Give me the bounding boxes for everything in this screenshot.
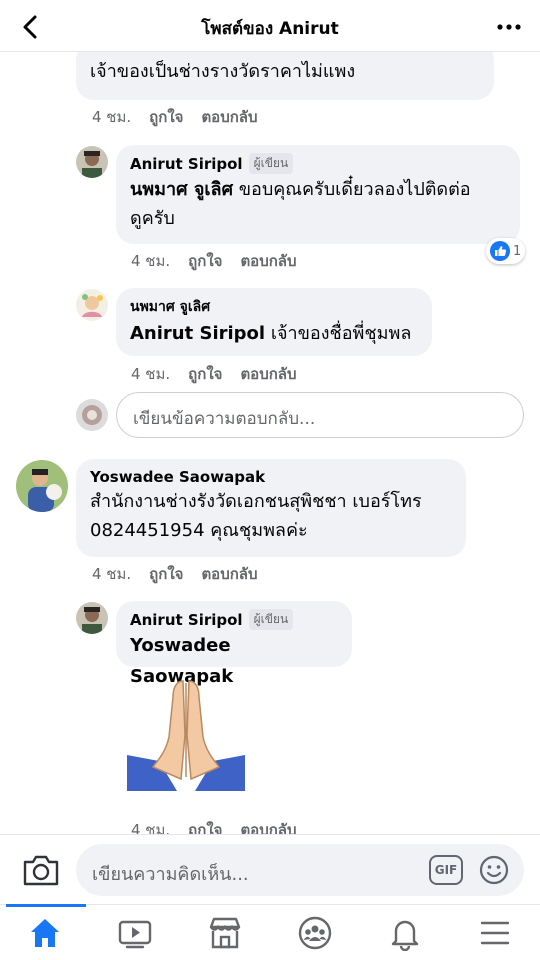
comment-text: Anirut Siripol เจ้าของชื่อพี่ชุมพล [130, 323, 412, 344]
comment-meta: 4 ชม. ถูกใจ ตอบกลับ [92, 562, 276, 586]
tab-marketplace[interactable] [180, 905, 270, 960]
comment-author[interactable]: Anirut Siripol [130, 611, 243, 629]
tab-menu[interactable] [450, 905, 540, 960]
comment-time: 4 ชม. [92, 108, 132, 126]
reply-button[interactable]: ตอบกลับ [240, 365, 296, 383]
comment-bubble: เจ้าของเป็นช่างรางวัดราคาไม่แพง [76, 52, 494, 100]
like-button[interactable]: ถูกใจ [188, 821, 222, 834]
reaction-count-number: 1 [513, 243, 522, 259]
comment-time: 4 ชม. [131, 252, 171, 270]
comment-time: 4 ชม. [92, 565, 132, 583]
author-badge: ผู้เขียน [248, 153, 294, 174]
tab-watch[interactable] [90, 905, 180, 960]
page-title: โพสต์ของ Anirut [201, 19, 339, 39]
comment-author[interactable]: Anirut Siripol [130, 155, 243, 173]
like-button[interactable]: ถูกใจ [149, 565, 183, 583]
camera-icon[interactable] [22, 853, 60, 887]
mention-link[interactable]: นพมาศ จูเลิศ [130, 179, 233, 200]
comment-bubble: Anirut Siripol ผู้เขียน Yoswadee Saowapak [116, 601, 352, 687]
comment-bubble: นพมาศ จูเลิศ Anirut Siripol เจ้าของชื่อพ… [116, 288, 432, 356]
avatar[interactable] [16, 460, 68, 512]
comment-meta: 4 ชม. ถูกใจ ตอบกลับ [131, 362, 315, 386]
like-button[interactable]: ถูกใจ [188, 365, 222, 383]
like-reaction-icon [490, 241, 510, 261]
comment-meta: 4 ชม. ถูกใจ ตอบกลับ [92, 105, 276, 129]
comment-text: นพมาศ จูเลิศ ขอบคุณครับเดี๋ยวลองไปติดต่อ [130, 179, 471, 200]
comment-bubble: Yoswadee Saowapak สำนักงานช่างรังวัดเอกช… [76, 459, 466, 557]
home-icon [31, 919, 59, 947]
comment-input-placeholder: เขียนความคิดเห็น... [92, 864, 249, 885]
tab-groups[interactable] [270, 905, 360, 960]
avatar[interactable] [76, 146, 108, 178]
like-button[interactable]: ถูกใจ [188, 252, 222, 270]
reply-button[interactable]: ตอบกลับ [201, 565, 257, 583]
comment-author[interactable]: นพมาศ จูเลิศ [130, 296, 210, 318]
bell-icon [391, 920, 419, 951]
avatar[interactable] [76, 602, 108, 634]
comment-input[interactable]: เขียนความคิดเห็น... GIF [76, 844, 524, 896]
reply-input[interactable]: เขียนข้อความตอบกลับ... [116, 392, 524, 438]
bottom-tab-bar [0, 904, 540, 960]
reply-button[interactable]: ตอบกลับ [201, 108, 257, 126]
hamburger-menu-icon [480, 921, 510, 945]
comment-time: 4 ชม. [131, 365, 171, 383]
comments-list: เจ้าของเป็นช่างรางวัดราคาไม่แพง 4 ชม. ถูก… [0, 52, 540, 834]
author-badge: ผู้เขียน [248, 609, 294, 630]
folded-hands-icon [127, 680, 245, 791]
top-bar: โพสต์ของ Anirut [0, 0, 540, 52]
comment-text-line2: 0824451954 คุณชุมพลค่ะ [90, 520, 308, 541]
groups-icon [298, 916, 332, 950]
comment-text-line2: ดูครับ [130, 208, 175, 229]
reaction-count[interactable]: 1 [486, 238, 526, 264]
like-button[interactable]: ถูกใจ [149, 108, 183, 126]
more-horizontal-icon[interactable] [494, 12, 524, 42]
comment-meta: 4 ชม. ถูกใจ ตอบกลับ [131, 249, 315, 273]
avatar[interactable] [76, 289, 108, 321]
comment-time: 4 ชม. [131, 821, 171, 834]
smiley-icon[interactable] [478, 854, 510, 886]
reply-button[interactable]: ตอบกลับ [240, 821, 296, 834]
comment-bubble: Anirut Siripol ผู้เขียน นพมาศ จูเลิศ ขอบค… [116, 145, 520, 244]
reply-button[interactable]: ตอบกลับ [240, 252, 296, 270]
comment-compose-bar: เขียนความคิดเห็น... GIF [0, 834, 540, 904]
mention-link[interactable]: Anirut Siripol [130, 323, 265, 344]
video-play-icon [118, 920, 152, 949]
comment-meta: 4 ชม. ถูกใจ ตอบกลับ [131, 818, 315, 834]
avatar [76, 399, 108, 431]
comment-text: สำนักงานช่างรังวัดเอกชนสุพิชชา เบอร์โทร [90, 491, 422, 512]
comment-author[interactable]: Yoswadee Saowapak [90, 468, 265, 486]
tab-notifications[interactable] [360, 905, 450, 960]
gif-button[interactable]: GIF [429, 855, 463, 885]
storefront-icon [209, 917, 241, 949]
tab-home[interactable] [0, 904, 90, 960]
comment-text: เจ้าของเป็นช่างรางวัดราคาไม่แพง [90, 61, 356, 82]
